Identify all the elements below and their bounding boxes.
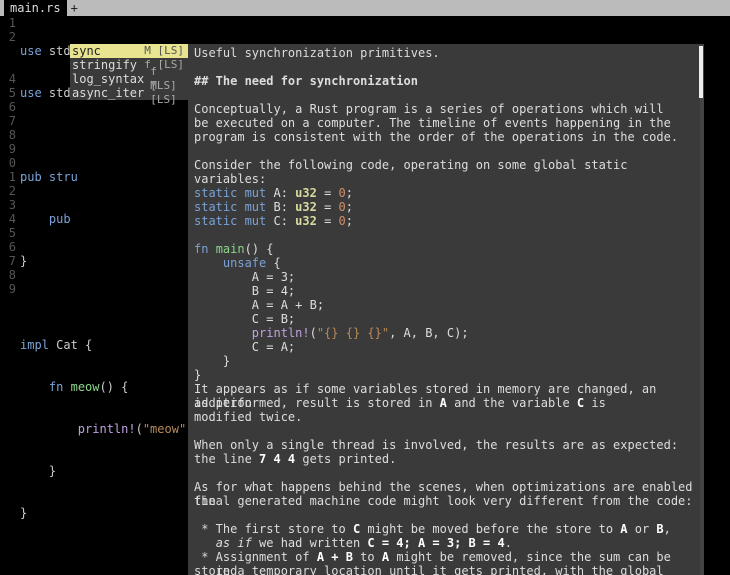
completion-popup: sync M [LS] stringify f [LS] log_syntax …	[70, 44, 188, 100]
doc-title: Useful synchronization primitives.	[194, 46, 698, 60]
doc-scrollthumb[interactable]	[699, 46, 703, 98]
completion-label: async_iter	[72, 86, 144, 100]
completion-label: log_syntax	[72, 72, 144, 86]
completion-kind: M [LS]	[150, 79, 184, 107]
completion-label: stringify	[72, 58, 137, 72]
doc-panel: Useful synchronization primitives. ## Th…	[188, 44, 704, 575]
tab-main-rs[interactable]: main.rs	[4, 0, 67, 16]
completion-label: sync	[72, 44, 101, 58]
doc-heading: ## The need for synchronization	[194, 74, 698, 88]
doc-scrollbar[interactable]	[700, 44, 704, 575]
completion-item[interactable]: async_iter M [LS]	[70, 86, 188, 100]
editor: 12 4567 8901 2345 6789 use std::string::…	[0, 16, 730, 575]
completion-kind: M [LS]	[144, 44, 184, 58]
completion-item[interactable]: sync M [LS]	[70, 44, 188, 58]
tab-new[interactable]: +	[67, 1, 82, 15]
line-gutter: 12 4567 8901 2345 6789	[0, 16, 20, 575]
tab-bar: main.rs +	[0, 0, 730, 16]
